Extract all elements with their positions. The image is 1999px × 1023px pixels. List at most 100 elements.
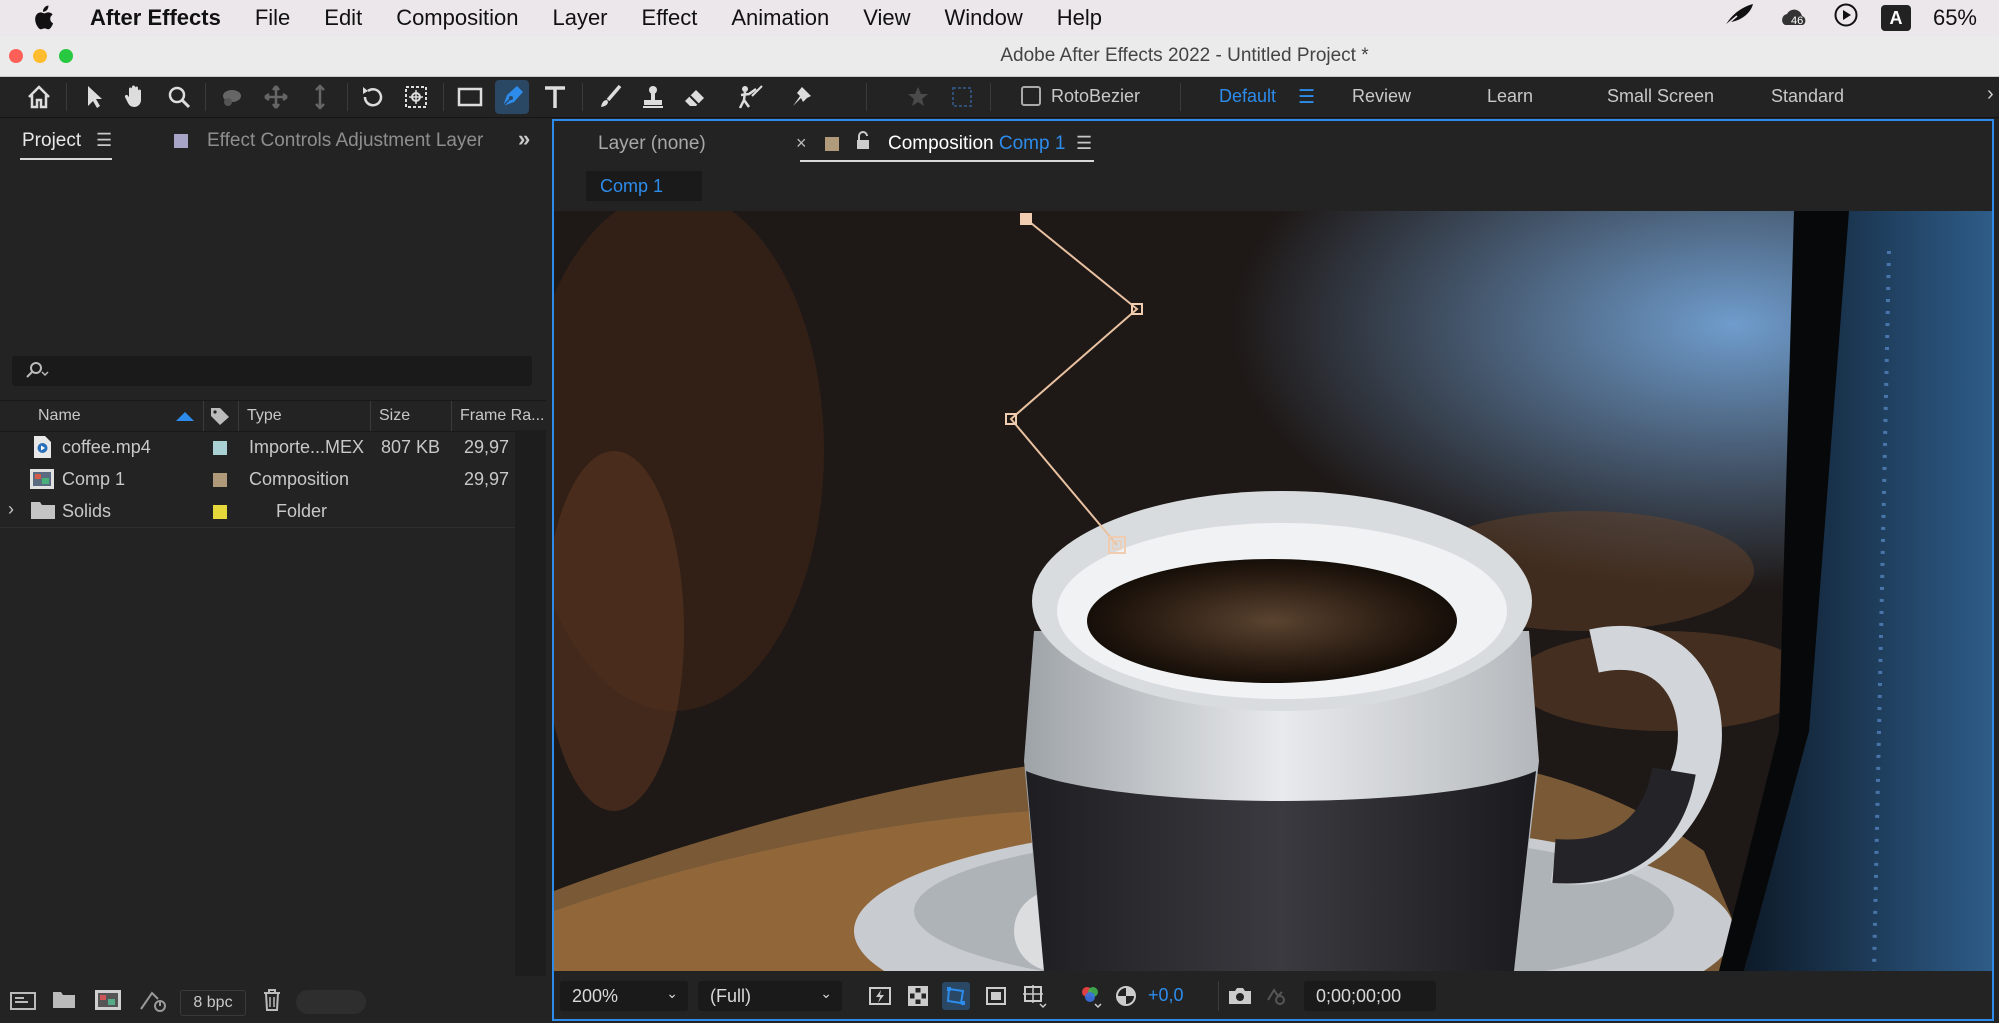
eraser-tool-icon[interactable] bbox=[679, 80, 713, 114]
column-frame-rate-header[interactable]: Frame Ra... bbox=[460, 407, 544, 425]
item-name: Comp 1 bbox=[62, 469, 126, 489]
menu-effect[interactable]: Effect bbox=[642, 5, 698, 31]
play-circle-icon[interactable] bbox=[1833, 2, 1859, 34]
transparency-grid-icon[interactable] bbox=[904, 982, 932, 1010]
new-composition-icon[interactable] bbox=[94, 989, 122, 1016]
new-folder-icon[interactable] bbox=[52, 990, 76, 1015]
mask-path-overlay[interactable] bbox=[554, 211, 1992, 971]
column-name-header[interactable]: Name bbox=[38, 407, 81, 425]
close-tab-icon[interactable]: × bbox=[796, 133, 807, 154]
trash-icon[interactable] bbox=[262, 988, 282, 1017]
fast-previews-icon[interactable] bbox=[866, 982, 894, 1010]
project-item-row[interactable]: › Solids Folder bbox=[0, 495, 515, 527]
rotation-tool-icon[interactable] bbox=[356, 80, 390, 114]
dolly-camera-tool-icon[interactable] bbox=[303, 80, 337, 114]
item-type: Importe...MEX bbox=[249, 437, 365, 457]
hand-tool-icon[interactable] bbox=[118, 80, 152, 114]
workspace-small-screen[interactable]: Small Screen bbox=[1607, 86, 1714, 107]
feather-icon[interactable] bbox=[1721, 2, 1757, 34]
tab-effect-controls[interactable]: Effect Controls Adjustment Layer bbox=[207, 130, 483, 152]
label-color-swatch[interactable] bbox=[213, 441, 227, 455]
reset-exposure-icon[interactable] bbox=[1112, 982, 1140, 1010]
mask-vertex-first[interactable] bbox=[1020, 213, 1032, 225]
exposure-value[interactable]: +0,0 bbox=[1148, 985, 1184, 1006]
rectangle-tool-icon[interactable] bbox=[453, 80, 487, 114]
cloud-sync-icon[interactable]: 46 bbox=[1779, 5, 1811, 31]
tab-layer-viewer[interactable]: Layer (none) bbox=[598, 133, 706, 155]
column-size-header[interactable]: Size bbox=[379, 407, 410, 425]
workspace-learn[interactable]: Learn bbox=[1487, 86, 1533, 107]
magnification-value: 200% bbox=[572, 985, 619, 1006]
sort-ascending-icon[interactable] bbox=[174, 409, 196, 427]
workspace-standard[interactable]: Standard bbox=[1771, 86, 1844, 107]
resolution-dropdown[interactable]: (Full) ⌄ bbox=[698, 981, 842, 1011]
rotobezier-checkbox[interactable] bbox=[1021, 86, 1041, 106]
composition-panel-menu-icon[interactable]: ☰ bbox=[1076, 133, 1092, 154]
project-item-row[interactable]: Comp 1 Composition 29,97 bbox=[0, 463, 515, 495]
input-source-indicator[interactable]: A bbox=[1880, 5, 1911, 31]
color-depth-button[interactable]: 8 bpc bbox=[180, 990, 246, 1016]
grid-guide-options-icon[interactable] bbox=[1020, 982, 1048, 1010]
battery-percentage[interactable]: 65% bbox=[1933, 5, 1977, 31]
tab-composition[interactable]: Composition Comp 1 bbox=[888, 133, 1065, 155]
composition-viewer[interactable] bbox=[554, 211, 1992, 971]
roto-brush-tool-icon[interactable] bbox=[733, 80, 767, 114]
viewer-footer-controls: 200% ⌄ (Full) ⌄ +0,0 0;00;00;00 bbox=[554, 973, 1992, 1019]
zoom-tool-icon[interactable] bbox=[162, 80, 196, 114]
pen-tool-icon[interactable] bbox=[495, 80, 529, 114]
menu-file[interactable]: File bbox=[255, 5, 290, 31]
label-tag-icon[interactable] bbox=[209, 406, 231, 431]
panel-overflow-icon[interactable]: » bbox=[518, 126, 530, 152]
orbit-camera-tool-icon[interactable] bbox=[215, 80, 249, 114]
menu-layer[interactable]: Layer bbox=[552, 5, 607, 31]
expand-disclosure-icon[interactable]: › bbox=[8, 499, 14, 520]
workspace-menu-icon[interactable]: ☰ bbox=[1298, 86, 1315, 109]
snapshot-camera-icon[interactable] bbox=[1226, 982, 1254, 1010]
color-channels-icon[interactable] bbox=[1076, 982, 1104, 1010]
puppet-pin-tool-icon[interactable] bbox=[785, 80, 819, 114]
pan-camera-tool-icon[interactable] bbox=[259, 80, 293, 114]
snapping-grid-icon[interactable] bbox=[945, 80, 979, 114]
menu-view[interactable]: View bbox=[863, 5, 910, 31]
workspace-default[interactable]: Default bbox=[1219, 86, 1276, 107]
more-workspaces-icon[interactable]: › bbox=[1987, 83, 1994, 106]
magnification-dropdown[interactable]: 200% ⌄ bbox=[560, 981, 688, 1011]
workspace-review[interactable]: Review bbox=[1352, 86, 1411, 107]
unlock-icon[interactable] bbox=[855, 131, 871, 156]
clone-stamp-tool-icon[interactable] bbox=[636, 80, 670, 114]
item-frame-rate: 29,97 bbox=[464, 469, 510, 489]
type-tool-icon[interactable] bbox=[538, 80, 572, 114]
comp-navigator-chip[interactable]: Comp 1 bbox=[586, 171, 702, 201]
home-icon[interactable] bbox=[22, 80, 56, 114]
selection-tool-icon[interactable] bbox=[77, 80, 111, 114]
project-settings-icon[interactable] bbox=[138, 989, 168, 1018]
column-type-header[interactable]: Type bbox=[247, 407, 282, 425]
label-color-swatch[interactable] bbox=[213, 473, 227, 487]
current-time-display[interactable]: 0;00;00;00 bbox=[1304, 981, 1436, 1011]
composition-panel: Layer (none) × Composition Comp 1 ☰ Comp… bbox=[552, 119, 1994, 1021]
project-scrollbar[interactable] bbox=[515, 430, 546, 976]
project-search-input[interactable] bbox=[12, 356, 532, 386]
menu-help[interactable]: Help bbox=[1057, 5, 1102, 31]
mask-visibility-icon[interactable] bbox=[942, 982, 970, 1010]
menu-window[interactable]: Window bbox=[945, 5, 1023, 31]
region-of-interest-icon[interactable] bbox=[982, 982, 1010, 1010]
brush-tool-icon[interactable] bbox=[593, 80, 627, 114]
app-menu[interactable]: After Effects bbox=[90, 5, 221, 31]
item-name: Solids bbox=[62, 501, 112, 521]
badge-count: 46 bbox=[1790, 15, 1804, 27]
tab-composition-name: Comp 1 bbox=[998, 133, 1066, 154]
menu-animation[interactable]: Animation bbox=[731, 5, 829, 31]
menu-composition[interactable]: Composition bbox=[396, 5, 518, 31]
tab-project[interactable]: Project bbox=[22, 130, 81, 152]
project-item-row[interactable]: coffee.mp4 Importe...MEX 807 KB 29,97 bbox=[0, 431, 515, 463]
label-color-swatch[interactable] bbox=[213, 505, 227, 519]
thumbnail-size-slider[interactable] bbox=[296, 990, 366, 1014]
project-panel-menu-icon[interactable]: ☰ bbox=[96, 130, 112, 151]
tab-composition-label: Composition bbox=[888, 133, 994, 154]
menu-edit[interactable]: Edit bbox=[324, 5, 362, 31]
show-snapshot-icon[interactable] bbox=[1262, 982, 1290, 1010]
apple-menu-icon[interactable] bbox=[32, 5, 62, 31]
anchor-point-tool-icon[interactable] bbox=[399, 80, 433, 114]
interpret-footage-icon[interactable] bbox=[10, 990, 36, 1017]
